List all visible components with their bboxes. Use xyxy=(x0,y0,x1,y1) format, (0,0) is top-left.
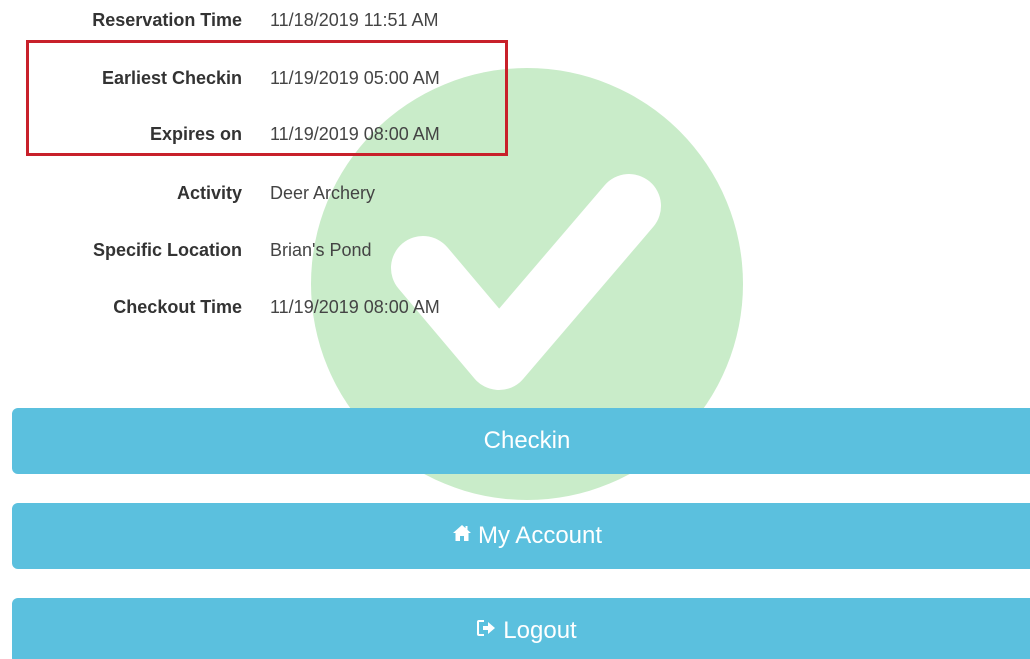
detail-label: Reservation Time xyxy=(92,10,242,30)
checkin-button-label: Checkin xyxy=(483,427,571,454)
detail-row-expires-on: Expires on 11/19/2019 08:00 AM xyxy=(0,122,520,146)
logout-button[interactable]: Logout xyxy=(12,598,1030,659)
my-account-button[interactable]: My Account xyxy=(12,503,1030,569)
my-account-button-label: My Account xyxy=(477,522,603,549)
detail-value: Brian's Pond xyxy=(270,240,372,260)
detail-row-earliest-checkin: Earliest Checkin 11/19/2019 05:00 AM xyxy=(0,66,520,90)
detail-row-specific-location: Specific Location Brian's Pond xyxy=(0,238,520,262)
detail-value: Deer Archery xyxy=(270,183,376,203)
detail-value: 11/19/2019 08:00 AM xyxy=(270,297,440,317)
detail-row-checkout-time: Checkout Time 11/19/2019 08:00 AM xyxy=(0,295,520,319)
detail-label: Checkout Time xyxy=(113,297,242,317)
home-icon xyxy=(452,502,472,568)
detail-value: 11/18/2019 11:51 AM xyxy=(270,10,439,30)
detail-label: Activity xyxy=(176,183,242,203)
detail-label: Earliest Checkin xyxy=(101,68,242,88)
checkin-button[interactable]: Checkin xyxy=(12,408,1030,474)
detail-value: 11/19/2019 08:00 AM xyxy=(270,124,440,144)
detail-row-reservation-time: Reservation Time 11/18/2019 11:51 AM xyxy=(0,8,520,32)
logout-button-label: Logout xyxy=(503,617,577,644)
detail-row-activity: Activity Deer Archery xyxy=(0,181,520,205)
checkin-page: Reservation Time 11/18/2019 11:51 AM Ear… xyxy=(0,0,1030,659)
detail-value: 11/19/2019 05:00 AM xyxy=(270,68,440,88)
detail-label: Specific Location xyxy=(92,240,242,260)
detail-label: Expires on xyxy=(149,124,242,144)
sign-out-icon xyxy=(477,597,497,659)
